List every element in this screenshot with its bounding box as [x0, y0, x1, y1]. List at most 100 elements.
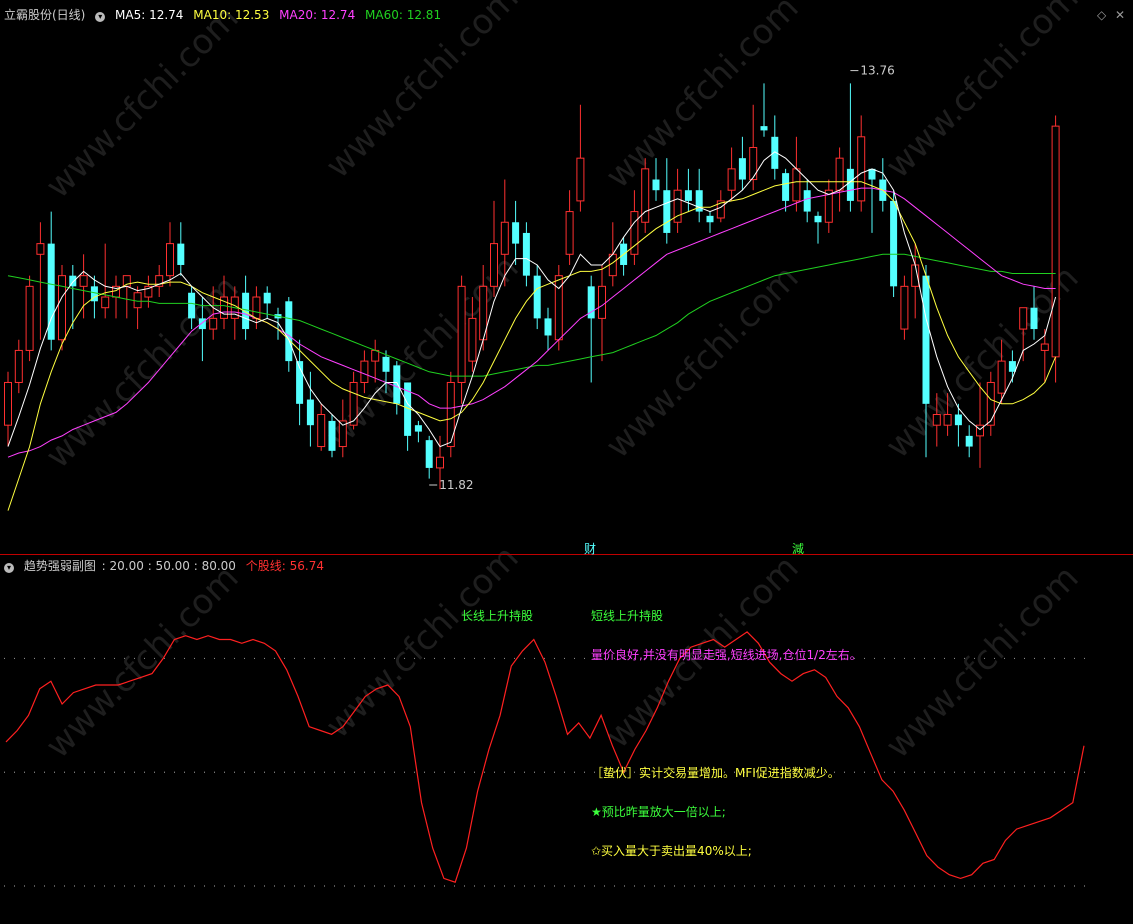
watermark-text: www.cfchi.com [38, 0, 247, 206]
candle-body-up [252, 296, 261, 319]
ma20-value: MA20: 12.74 [279, 8, 356, 22]
candle-body-up [446, 381, 455, 448]
watermark-text: www.cfchi.com [38, 268, 247, 477]
candle-body-up [101, 296, 110, 309]
watermark-text: www.cfchi.com [878, 558, 1087, 767]
candle-body-up [598, 285, 606, 319]
long-up-note: 长线上升持股 [461, 609, 534, 623]
watermark-text: www.cfchi.com [318, 0, 527, 186]
candle-body-up [900, 285, 909, 330]
candle-body-up [792, 168, 801, 202]
ma10-value: MA10: 12.53 [193, 8, 270, 22]
pane-divider[interactable] [0, 554, 1133, 555]
diamond-icon[interactable]: ◇ [1097, 8, 1106, 22]
candle-body-down [814, 215, 822, 223]
candle-body-down [738, 158, 746, 180]
candle-body-up [490, 243, 498, 287]
candle-body-up [79, 275, 88, 287]
event-marker-jian[interactable]: 減 [792, 540, 804, 557]
candle-body-up [986, 381, 995, 426]
candle-body-up [4, 381, 12, 426]
expand-circle-icon[interactable]: ▾ [4, 563, 14, 573]
close-icon[interactable]: ✕ [1115, 8, 1125, 22]
candle-body-up [835, 157, 844, 191]
short-up-note: 短线上升持股 [591, 609, 664, 623]
candle-body-down [663, 190, 671, 233]
expand-circle-icon[interactable]: ▾ [95, 12, 106, 22]
ma5-value: MA5: 12.74 [115, 8, 184, 22]
strength-line-series [5, 631, 1085, 883]
candle-body-down [544, 318, 552, 336]
high-price-label: 13.76 [860, 64, 894, 78]
candle-body-up [1040, 343, 1049, 351]
candle-body-down [285, 301, 293, 362]
candle-body-up [166, 243, 174, 277]
candle-body-up [349, 381, 358, 426]
event-marker-cai[interactable]: 财 [584, 540, 596, 557]
candle-body-up [576, 157, 585, 202]
indicator-value: 个股线: 56.74 [245, 559, 324, 573]
candle-body-up [727, 168, 736, 191]
ma5-line [7, 151, 1057, 448]
candle-body-up [932, 414, 941, 426]
candle-body-down [263, 292, 271, 304]
candle-body-up [749, 146, 758, 181]
candle-body-down [652, 179, 660, 191]
candle-body-down [760, 126, 768, 131]
candle-body-up [468, 317, 477, 362]
candle-body-up [1019, 307, 1028, 330]
low-price-label: 11.82 [439, 478, 473, 492]
candle-body-up [997, 360, 1006, 394]
candle-body-down [1008, 361, 1016, 372]
candle-body-down [846, 168, 854, 201]
watermark-text: www.cfchi.com [38, 558, 247, 767]
candle-body-down [890, 200, 898, 287]
candle-body-down [328, 420, 336, 451]
candle-body-down [306, 399, 314, 426]
stock-chart-canvas: www.cfchi.com www.cfchi.com www.cfchi.com w… [4, 0, 1090, 887]
candle-body-up [133, 292, 142, 309]
candle-body-down [393, 365, 401, 404]
candle-body-up [25, 285, 34, 351]
candle-body-down [803, 190, 811, 212]
watermark-text: www.cfchi.com [598, 258, 807, 467]
candle-body-up [457, 285, 466, 383]
candle-body-down [1030, 307, 1038, 330]
candle-body-down [868, 168, 876, 180]
candle-body-down [965, 435, 973, 447]
candle-body-up [976, 424, 984, 437]
candle-body-down [533, 275, 541, 319]
sub-params: : 20.00 : 50.00 : 80.00 [101, 559, 236, 573]
candle-body-down [684, 190, 692, 201]
buy-volume-note: ✩买入量大于卖出量40%以上; [591, 844, 752, 858]
candle-body-down [706, 215, 714, 223]
ambush-note: ［蛰伏］实计交易量增加。MFI促进指数减少。 [591, 766, 840, 780]
candle-body-up [317, 414, 326, 448]
candle-body-up [371, 349, 380, 362]
candle-body-up [565, 211, 574, 255]
candle-body-up [857, 136, 866, 202]
candle-body-down [198, 318, 206, 330]
stock-name[interactable]: 立霸股份(日线) [4, 8, 85, 22]
candle-body-down [177, 243, 185, 265]
candle-body-down [954, 414, 962, 426]
candle-body-up [36, 243, 45, 255]
candle-body-up [14, 349, 23, 383]
candle-body-up [500, 221, 509, 255]
candle-body-up [436, 456, 444, 469]
candle-body-down [414, 425, 422, 432]
candle-body-down [782, 173, 790, 201]
candle-body-up [58, 275, 66, 341]
candle-body-down [522, 232, 530, 276]
price-volume-note: 量价良好,并没有明显走强,短线进场,仓位1/2左右。 [591, 648, 862, 662]
candle-body-down [425, 440, 433, 468]
sub-header: ▾ 趋势强弱副图 : 20.00 : 50.00 : 80.00 个股线: 56… [4, 557, 330, 574]
candle-body-up [608, 253, 617, 277]
strength-line [5, 631, 1085, 883]
sub-title[interactable]: 趋势强弱副图 [24, 559, 96, 573]
candle-body-up [1051, 125, 1060, 358]
candle-body-down [512, 222, 520, 244]
candle-body-down [922, 275, 930, 404]
main-header: 立霸股份(日线) ▾ MA5: 12.74 MA10: 12.53 MA20: … [4, 6, 447, 23]
ma60-value: MA60: 12.81 [365, 8, 442, 22]
